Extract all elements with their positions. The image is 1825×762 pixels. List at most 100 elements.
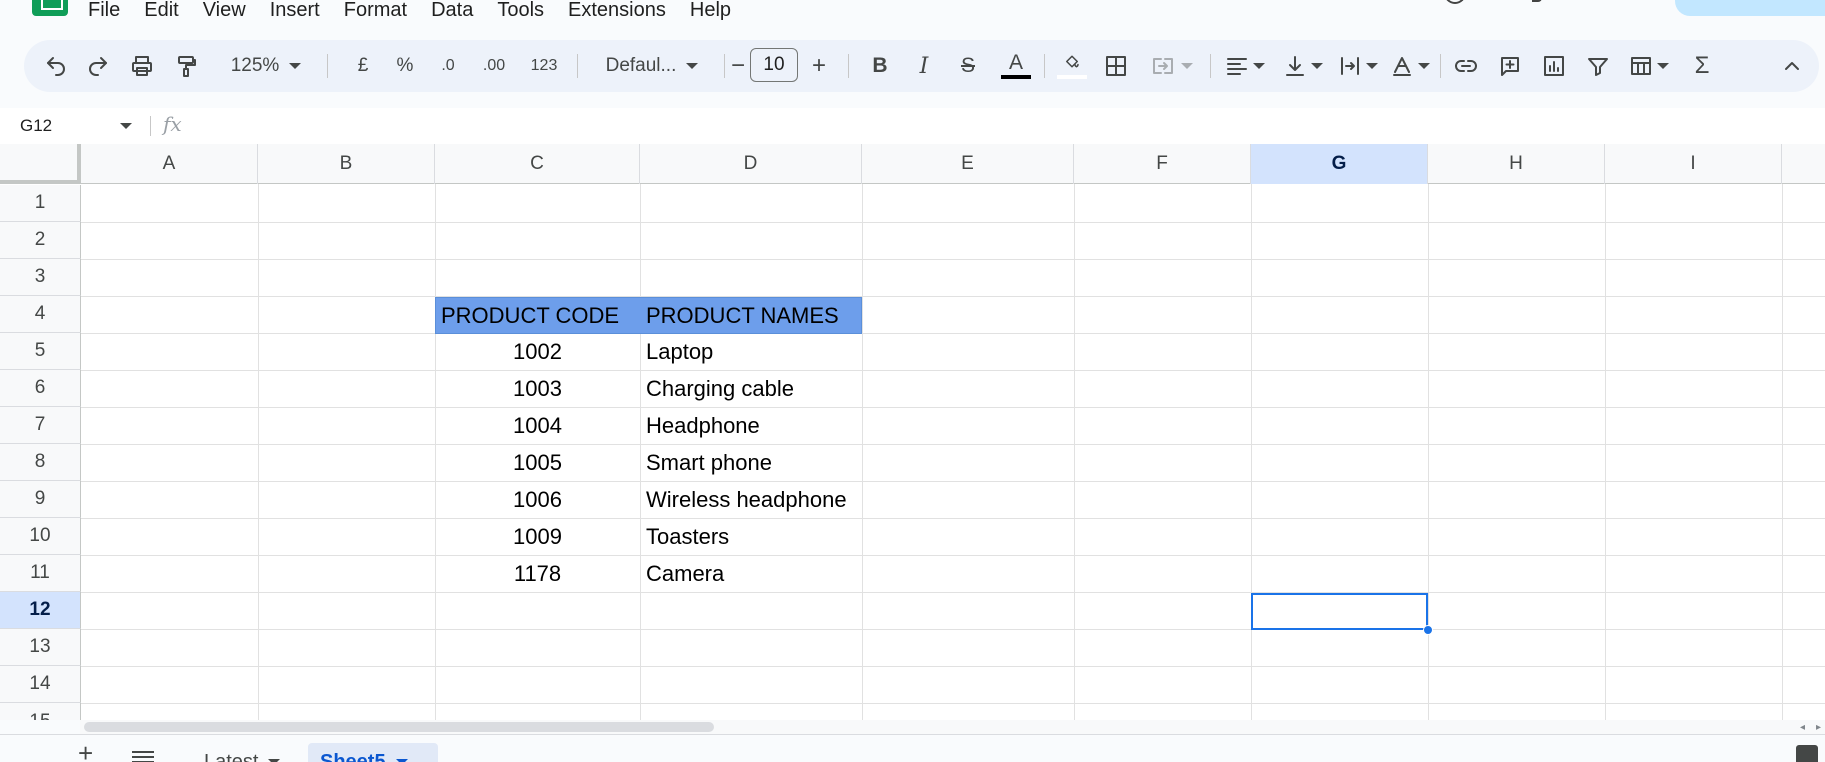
scroll-left-icon[interactable]: ◂	[1800, 722, 1805, 733]
sheet-tab-latest[interactable]: Latest	[192, 743, 292, 762]
insert-comment-button[interactable]	[1494, 40, 1526, 92]
menu-file[interactable]: File	[88, 0, 120, 20]
menu-view[interactable]: View	[203, 0, 246, 20]
menu-tools[interactable]: Tools	[497, 0, 544, 20]
row-header-9[interactable]: 9	[0, 481, 81, 518]
table-cell-name[interactable]: Smart phone	[640, 444, 862, 481]
redo-button[interactable]	[82, 40, 114, 92]
table-cell-code[interactable]: 1006	[435, 481, 640, 518]
font-family-select[interactable]: Defaul...	[590, 40, 714, 92]
filter-views-button[interactable]	[1624, 40, 1674, 92]
row-header-5[interactable]: 5	[0, 333, 81, 370]
collapse-toolbar-button[interactable]	[1776, 40, 1808, 92]
row-header-1[interactable]: 1	[0, 185, 81, 222]
table-cell-code[interactable]: 1005	[435, 444, 640, 481]
column-header-b[interactable]: B	[258, 144, 435, 184]
align-left-icon	[1227, 58, 1247, 75]
scrollbar-thumb[interactable]	[84, 722, 714, 732]
italic-button[interactable]: I	[910, 40, 938, 92]
sheets-logo-icon[interactable]	[32, 0, 68, 16]
table-header-product-code[interactable]: PRODUCT CODE	[435, 297, 640, 334]
row-header-11[interactable]: 11	[0, 555, 81, 592]
row-header-4[interactable]: 4	[0, 296, 81, 333]
add-sheet-icon[interactable]: +	[78, 740, 93, 762]
fill-color-button[interactable]	[1054, 40, 1090, 92]
row-header-15[interactable]: 15	[0, 703, 81, 720]
menu-data[interactable]: Data	[431, 0, 473, 20]
text-rotation-button[interactable]	[1386, 40, 1434, 92]
row-header-14[interactable]: 14	[0, 666, 81, 703]
sheet-tab-sheet5[interactable]: Sheet5	[308, 743, 438, 762]
increase-font-size-button[interactable]: +	[804, 40, 834, 92]
percent-format-button[interactable]: %	[390, 40, 420, 92]
font-size-input[interactable]: 10	[750, 48, 798, 82]
text-color-button[interactable]: A	[998, 40, 1034, 92]
insert-link-button[interactable]	[1450, 40, 1482, 92]
all-sheets-icon[interactable]	[132, 751, 154, 762]
insert-chart-button[interactable]	[1538, 40, 1570, 92]
menu-edit[interactable]: Edit	[144, 0, 178, 20]
borders-button[interactable]	[1100, 40, 1132, 92]
table-cell-name[interactable]: Charging cable	[640, 370, 862, 407]
select-all-corner[interactable]	[0, 144, 81, 184]
number-format-button[interactable]: 123	[524, 40, 564, 92]
row-header-3[interactable]: 3	[0, 259, 81, 296]
table-cell-name[interactable]: Laptop	[640, 333, 862, 370]
comment-icon[interactable]	[1532, 0, 1542, 2]
menu-format[interactable]: Format	[344, 0, 407, 20]
row-header-10[interactable]: 10	[0, 518, 81, 555]
spreadsheet-grid[interactable]: A B C D E F G H I 1 2 3 4 5 6 7 8 9 10 1…	[0, 144, 1825, 720]
row-header-12[interactable]: 12	[0, 592, 81, 629]
table-cell-code[interactable]: 1002	[435, 333, 640, 370]
vertical-align-button[interactable]	[1280, 40, 1326, 92]
menu-extensions[interactable]: Extensions	[568, 0, 666, 20]
table-cell-code[interactable]: 1003	[435, 370, 640, 407]
table-cell-name[interactable]: Toasters	[640, 518, 862, 555]
decrease-decimal-button[interactable]: .0	[430, 40, 466, 92]
explore-icon[interactable]	[1796, 745, 1818, 762]
text-wrapping-button[interactable]	[1334, 40, 1382, 92]
horizontal-scrollbar[interactable]	[80, 720, 1825, 734]
table-cell-code[interactable]: 1009	[435, 518, 640, 555]
increase-decimal-button[interactable]: .00	[474, 40, 514, 92]
decrease-font-size-button[interactable]: −	[726, 40, 750, 92]
menu-help[interactable]: Help	[690, 0, 731, 20]
print-button[interactable]	[126, 40, 158, 92]
fill-handle[interactable]	[1423, 625, 1433, 635]
column-header-c[interactable]: C	[435, 144, 640, 184]
merge-cells-button[interactable]	[1142, 40, 1202, 92]
row-header-8[interactable]: 8	[0, 444, 81, 481]
table-header-product-names[interactable]: PRODUCT NAMES	[640, 297, 862, 334]
row-header-13[interactable]: 13	[0, 629, 81, 666]
column-header-g[interactable]: G	[1251, 144, 1428, 184]
row-header-2[interactable]: 2	[0, 222, 81, 259]
history-icon[interactable]	[1444, 0, 1466, 4]
column-header-e[interactable]: E	[862, 144, 1074, 184]
column-header-i[interactable]: I	[1605, 144, 1782, 184]
row-header-6[interactable]: 6	[0, 370, 81, 407]
functions-button[interactable]: Σ	[1686, 40, 1718, 92]
share-button[interactable]	[1675, 0, 1825, 16]
strikethrough-button[interactable]: S	[954, 40, 982, 92]
column-header-f[interactable]: F	[1074, 144, 1251, 184]
menu-insert[interactable]: Insert	[270, 0, 320, 20]
column-header-d[interactable]: D	[640, 144, 862, 184]
undo-button[interactable]	[40, 40, 72, 92]
create-filter-button[interactable]	[1582, 40, 1614, 92]
zoom-select[interactable]: 125%	[216, 40, 316, 92]
table-cell-name[interactable]: Headphone	[640, 407, 862, 444]
table-cell-code[interactable]: 1178	[435, 555, 640, 592]
paint-format-button[interactable]	[170, 40, 202, 92]
bold-button[interactable]: B	[866, 40, 894, 92]
table-cell-code[interactable]: 1004	[435, 407, 640, 444]
table-cell-name[interactable]: Wireless headphone	[640, 481, 862, 518]
row-header-7[interactable]: 7	[0, 407, 81, 444]
column-header-h[interactable]: H	[1428, 144, 1605, 184]
chevron-down-icon[interactable]	[120, 123, 132, 129]
horizontal-align-button[interactable]	[1220, 40, 1270, 92]
currency-format-button[interactable]: £	[348, 40, 378, 92]
scroll-right-icon[interactable]: ▸	[1816, 722, 1821, 733]
table-cell-name[interactable]: Camera	[640, 555, 862, 592]
selected-cell-g12[interactable]	[1251, 593, 1428, 630]
column-header-a[interactable]: A	[81, 144, 258, 184]
